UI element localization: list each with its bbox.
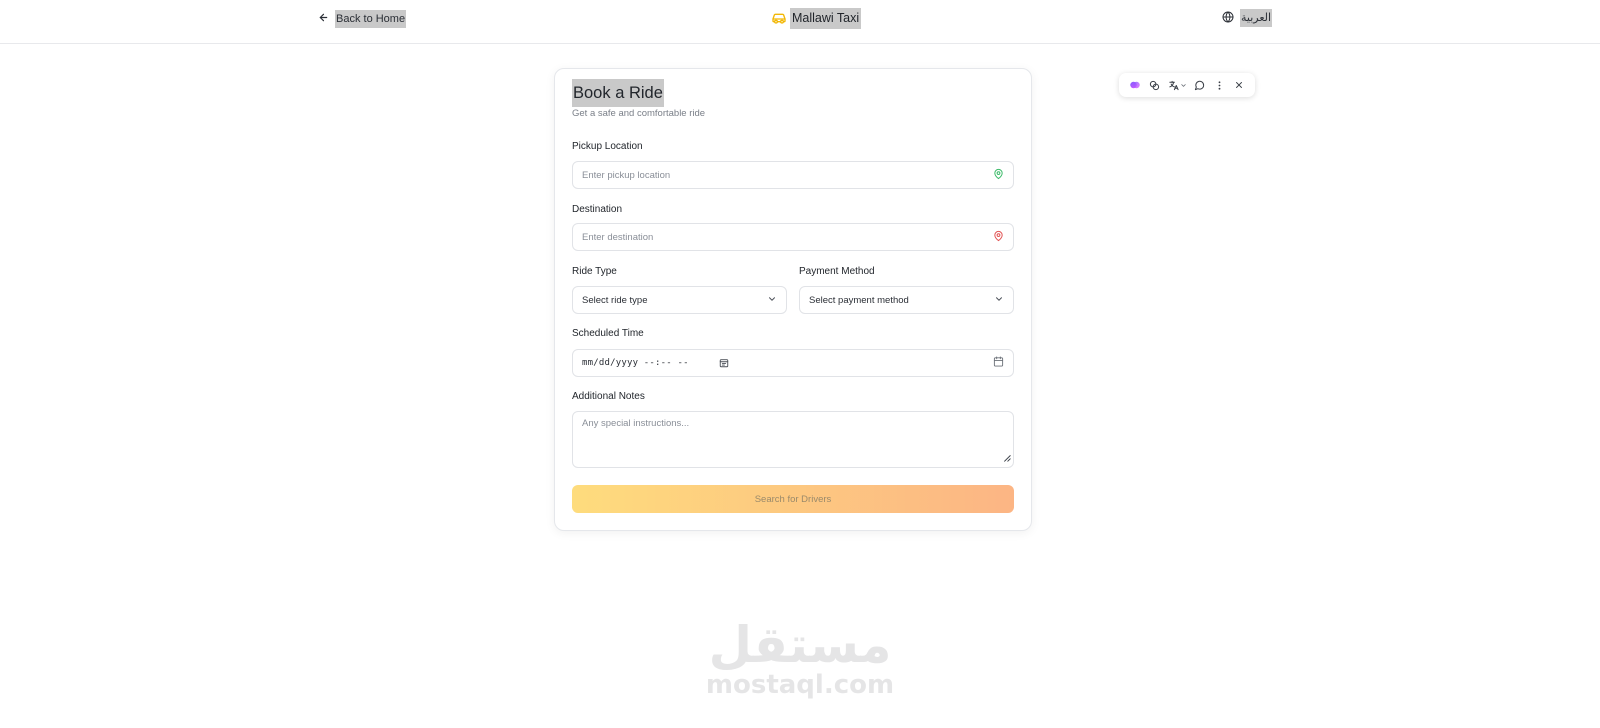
translate-icon[interactable]	[1165, 75, 1190, 95]
calendar-icon	[993, 356, 1004, 370]
watermark-arabic-text: مستقل	[708, 616, 892, 674]
ride-type-label: Ride Type	[572, 266, 617, 277]
scheduled-time-label: Scheduled Time	[572, 328, 644, 339]
additional-notes-textarea[interactable]: Any special instructions...	[572, 411, 1014, 468]
map-pin-icon	[993, 168, 1004, 183]
language-switcher[interactable]: العربية	[1222, 9, 1273, 27]
scheduled-time-value: mm/dd/yyyy --:-- --	[582, 358, 689, 368]
copy-icon[interactable]	[1145, 75, 1165, 95]
car-icon	[771, 10, 787, 27]
back-to-home-label: Back to Home	[335, 10, 407, 28]
more-options-icon[interactable]	[1209, 75, 1229, 95]
pickup-location-placeholder: Enter pickup location	[582, 169, 671, 181]
ride-type-select[interactable]: Select ride type	[572, 286, 787, 314]
search-for-drivers-button[interactable]: Search for Drivers	[572, 485, 1014, 513]
destination-label: Destination	[572, 204, 623, 215]
back-to-home-link[interactable]: Back to Home	[318, 10, 407, 28]
page-title: Book a Ride	[572, 79, 664, 107]
payment-method-select[interactable]: Select payment method	[799, 286, 1014, 314]
book-ride-card: Book a Ride Get a safe and comfortable r…	[554, 68, 1032, 531]
pickup-location-label: Pickup Location	[572, 141, 643, 152]
page-subtitle: Get a safe and comfortable ride	[572, 108, 706, 119]
destination-input[interactable]: Enter destination	[572, 223, 1014, 251]
map-pin-icon	[993, 230, 1004, 245]
additional-notes-placeholder: Any special instructions...	[582, 418, 690, 429]
resize-handle-icon[interactable]	[1003, 454, 1011, 465]
chevron-down-icon	[994, 294, 1004, 307]
datetime-picker-icon[interactable]	[719, 358, 729, 368]
mostaql-watermark: مستقل mostaql.com	[700, 620, 900, 700]
comment-icon[interactable]	[1189, 75, 1209, 95]
payment-method-value: Select payment method	[809, 294, 909, 306]
language-label: العربية	[1240, 9, 1273, 27]
payment-method-label: Payment Method	[799, 266, 875, 277]
floating-toolbar	[1119, 73, 1255, 97]
ride-type-value: Select ride type	[582, 294, 648, 306]
brand-logo[interactable]: Mallawi Taxi	[771, 8, 862, 29]
watermark-latin-text: mostaql.com	[705, 670, 895, 700]
top-navigation-bar: Back to Home Mallawi Taxi العربية	[0, 0, 1600, 44]
destination-placeholder: Enter destination	[582, 231, 654, 243]
scheduled-time-input[interactable]: mm/dd/yyyy --:-- --	[572, 349, 1014, 377]
chevron-down-icon	[767, 294, 777, 307]
arrow-left-icon	[318, 12, 329, 26]
ai-assistant-icon[interactable]	[1125, 75, 1145, 95]
pickup-location-input[interactable]: Enter pickup location	[572, 161, 1014, 189]
close-icon[interactable]	[1229, 75, 1249, 95]
globe-icon	[1222, 11, 1234, 26]
brand-name: Mallawi Taxi	[790, 8, 862, 29]
additional-notes-label: Additional Notes	[572, 391, 645, 402]
